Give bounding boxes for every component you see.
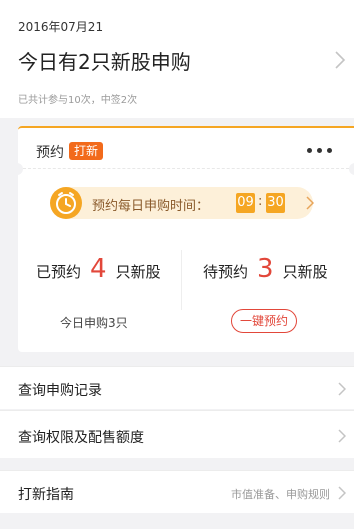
ticket-notch-right — [349, 163, 354, 175]
date-label: 2016年07月21 — [18, 20, 104, 34]
menu-item-label: 查询申购记录 — [18, 383, 102, 399]
one-key-reserve-button[interactable]: 一键预约 — [231, 309, 297, 333]
reservation-title: 预约 — [36, 145, 64, 161]
pending-suffix: 只新股 — [282, 263, 328, 281]
today-subscribe-count: 今日申购3只 — [60, 316, 128, 330]
alarm-clock-icon — [50, 187, 82, 219]
ipo-badge: 打新 — [69, 142, 104, 160]
more-dots-icon[interactable] — [307, 148, 332, 153]
dashed-divider — [18, 168, 354, 169]
menu-item-subscription-records[interactable]: 查询申购记录 — [0, 366, 354, 409]
reserve-minute[interactable]: 30 — [266, 193, 285, 213]
menu-item-ipo-guide[interactable]: 打新指南 市值准备、申购规则 — [0, 470, 354, 513]
reserve-hour[interactable]: 09 — [236, 193, 255, 213]
pending-stat: 待预约 3 只新股 — [203, 254, 328, 284]
chevron-right-icon[interactable] — [334, 50, 346, 70]
participation-stats: 已共计参与10次，中签2次 — [18, 95, 138, 106]
pending-count: 3 — [257, 254, 274, 284]
chevron-right-icon — [338, 429, 346, 443]
menu-item-label: 打新指南 — [18, 487, 74, 503]
menu-item-permissions-quota[interactable]: 查询权限及配售额度 — [0, 410, 354, 458]
reservation-card: 预约 打新 预约每日申购时间： 09 : 30 已预约 4 只新股 待预约 3 … — [11, 126, 354, 352]
reserved-suffix: 只新股 — [115, 263, 161, 281]
time-separator: : — [258, 194, 263, 209]
page-title: 今日有2只新股申购 — [18, 50, 191, 74]
menu-item-label: 查询权限及配售额度 — [18, 430, 144, 446]
column-divider — [181, 250, 182, 310]
reserve-time-label: 预约每日申购时间： — [92, 199, 210, 214]
reserved-prefix: 已预约 — [36, 263, 82, 281]
chevron-right-icon — [338, 486, 346, 500]
chevron-right-icon[interactable] — [306, 196, 314, 210]
menu-item-hint: 市值准备、申购规则 — [231, 488, 330, 501]
reserved-stat: 已预约 4 只新股 — [36, 254, 161, 284]
pending-prefix: 待预约 — [203, 263, 249, 281]
chevron-right-icon — [338, 382, 346, 396]
ipo-summary-card[interactable]: 2016年07月21 今日有2只新股申购 已共计参与10次，中签2次 — [0, 0, 354, 118]
ticket-notch-left — [11, 163, 23, 175]
reserved-count: 4 — [90, 254, 107, 284]
reserve-time-pill[interactable]: 预约每日申购时间： 09 : 30 — [50, 187, 314, 219]
